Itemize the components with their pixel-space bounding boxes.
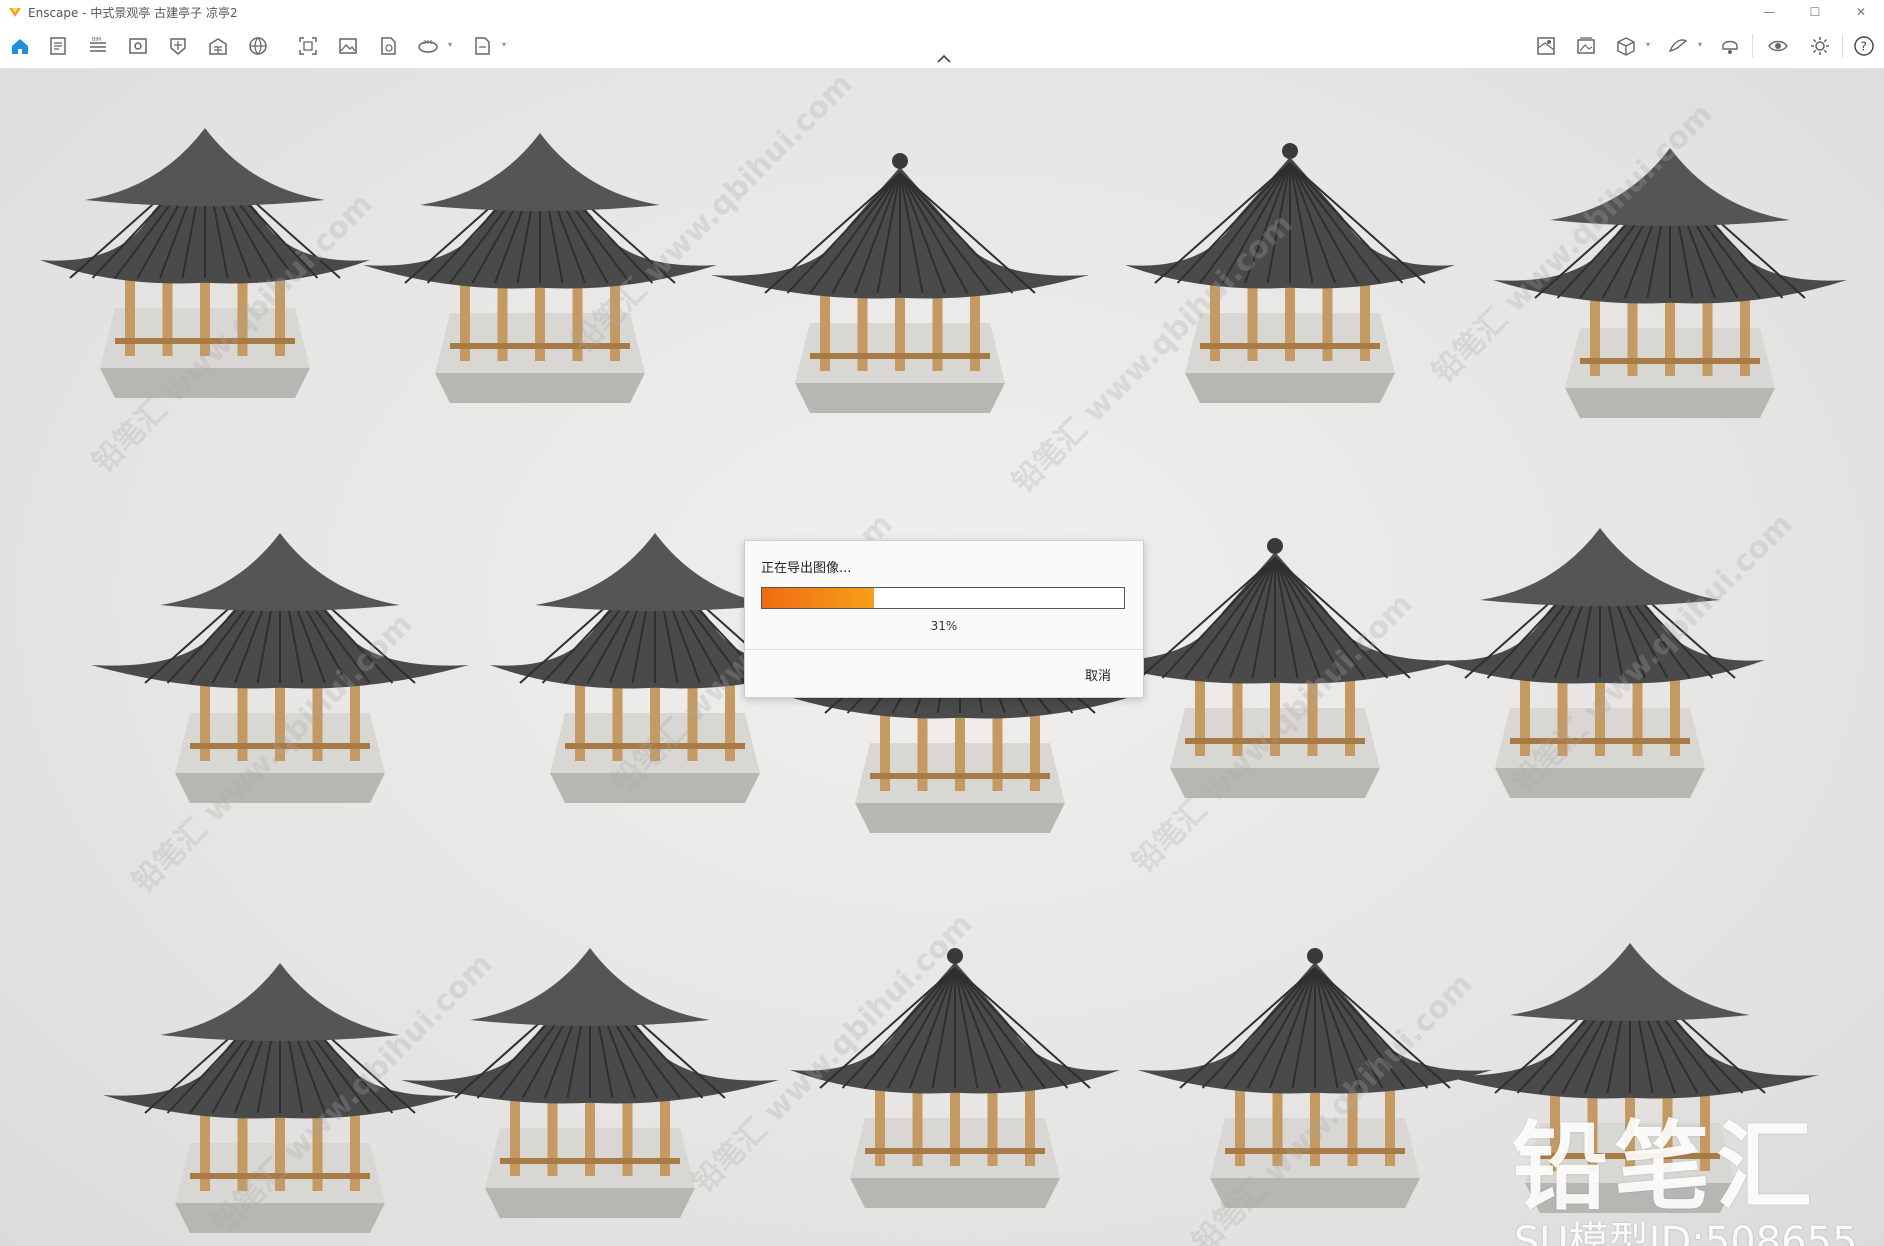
bim-icon: BIM <box>90 37 106 52</box>
panorama-360-icon: 360 <box>418 40 438 53</box>
render-image-button[interactable] <box>334 32 362 60</box>
screenshot-icon <box>299 37 317 55</box>
enscape-logo-icon <box>9 8 21 17</box>
close-button[interactable]: ✕ <box>1838 0 1884 24</box>
screenshot-button[interactable] <box>294 32 322 60</box>
map-view-button[interactable] <box>1532 32 1560 60</box>
progress-bar <box>761 587 1125 609</box>
pavilion-model <box>1435 528 1765 798</box>
minimize-button[interactable]: — <box>1746 0 1792 24</box>
export-document-icon <box>381 37 396 55</box>
export-status-message: 正在导出图像... <box>761 561 852 576</box>
bim-button[interactable]: BIM <box>84 32 112 60</box>
asset-library-icon <box>170 38 186 55</box>
model-id-watermark: SU模型ID:508655 <box>1514 1219 1858 1246</box>
asset-library-button[interactable] <box>164 32 192 60</box>
settings-button[interactable] <box>1806 32 1834 60</box>
chevron-down-icon[interactable]: ▾ <box>502 40 506 49</box>
material-editor-button[interactable] <box>204 32 232 60</box>
pavilion-model <box>1138 948 1492 1208</box>
pavilion-model <box>91 533 469 803</box>
maximize-button[interactable]: ☐ <box>1792 0 1838 24</box>
vr-headset-button[interactable] <box>1716 32 1744 60</box>
window-controls: — ☐ ✕ <box>1746 0 1884 24</box>
export-progress-dialog: 正在导出图像... 31% 取消 <box>744 540 1144 698</box>
progress-percent: 31% <box>930 619 958 633</box>
export-file-button[interactable]: ▾ <box>468 32 506 60</box>
pavilion-model <box>711 153 1089 413</box>
toolbar-divider <box>1842 34 1843 58</box>
window-title: Enscape - 中式景观亭 古建亭子 凉亭2 <box>28 5 238 20</box>
cancel-button[interactable]: 取消 <box>1079 661 1117 688</box>
title-bar: Enscape - 中式景观亭 古建亭子 凉亭2 — ☐ ✕ <box>0 0 1884 24</box>
pavilion-model <box>790 948 1120 1208</box>
cube-icon <box>1617 37 1635 56</box>
atmosphere-icon <box>249 37 267 55</box>
export-file-icon <box>475 37 490 55</box>
feedback-icon <box>1668 39 1688 52</box>
batch-render-icon <box>1577 37 1595 54</box>
batch-render-button[interactable] <box>1572 32 1600 60</box>
help-icon: ? <box>1854 36 1874 56</box>
map-view-icon <box>1537 37 1555 55</box>
visibility-icon <box>1768 40 1788 52</box>
chevron-down-icon[interactable]: ▾ <box>448 40 452 49</box>
svg-text:BIM: BIM <box>92 37 101 43</box>
settings-icon <box>1811 37 1829 55</box>
visibility-button[interactable] <box>1764 32 1792 60</box>
pavilion-model <box>40 128 370 398</box>
views-icon <box>50 37 66 55</box>
panorama-360-button[interactable]: 360 ▾ <box>414 32 452 60</box>
collapse-toolbar-chevron-icon[interactable] <box>934 52 954 66</box>
visual-settings-icon <box>129 38 147 54</box>
export-document-button[interactable] <box>374 32 402 60</box>
home-icon <box>12 39 28 54</box>
svg-text:360: 360 <box>423 40 433 46</box>
home-button[interactable] <box>6 32 34 60</box>
help-button[interactable]: ? <box>1850 32 1878 60</box>
views-button[interactable] <box>44 32 72 60</box>
vr-headset-icon <box>1722 40 1738 54</box>
toolbar-divider <box>1752 34 1753 58</box>
pavilion-model <box>401 948 779 1218</box>
pavilion-model <box>103 963 457 1233</box>
dialog-divider <box>745 649 1143 650</box>
feedback-button[interactable]: ▾ <box>1664 32 1702 60</box>
visual-settings-button[interactable] <box>124 32 152 60</box>
material-editor-icon <box>209 38 227 55</box>
atmosphere-button[interactable] <box>244 32 272 60</box>
cube-button[interactable]: ▾ <box>1612 32 1650 60</box>
chevron-down-icon[interactable]: ▾ <box>1646 40 1650 49</box>
progress-fill <box>762 588 875 608</box>
brand-watermark: 铅笔汇 <box>1512 1111 1818 1223</box>
svg-text:?: ? <box>1861 40 1867 54</box>
pavilion-model <box>1493 148 1847 418</box>
pavilion-model <box>1125 143 1455 403</box>
render-image-icon <box>339 38 357 54</box>
chevron-down-icon[interactable]: ▾ <box>1698 40 1702 49</box>
pavilion-model <box>363 133 717 403</box>
